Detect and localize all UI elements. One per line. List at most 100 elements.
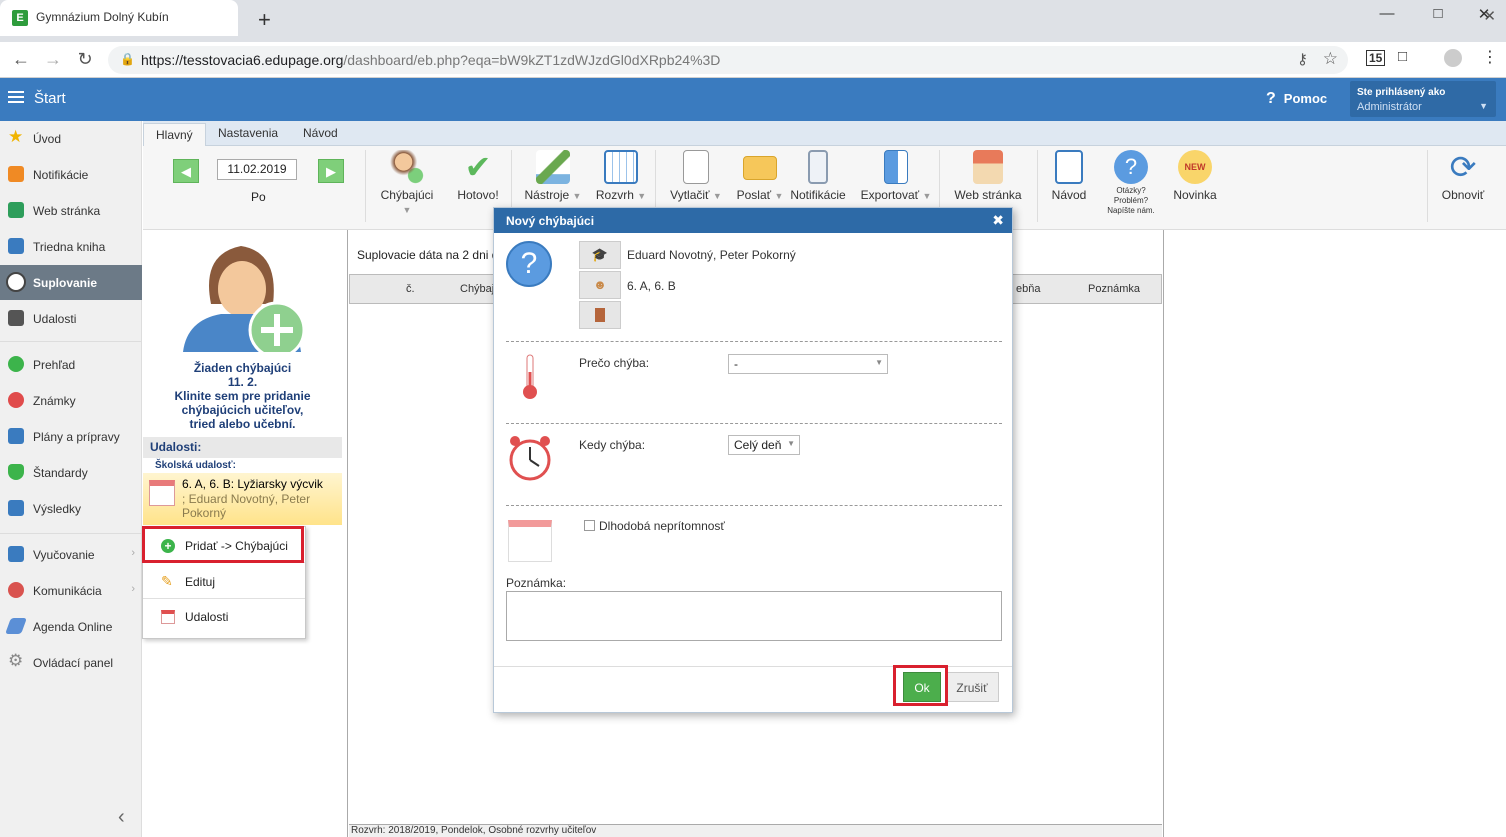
profile-avatar-icon[interactable] <box>1444 49 1462 67</box>
calendar-extension-icon[interactable]: 15 <box>1366 50 1386 66</box>
browser-menu-icon[interactable]: ⋮ <box>1482 47 1498 67</box>
tab-nastavenia[interactable]: Nastavenia <box>218 126 278 140</box>
sidebar-item-notifikacie[interactable]: Notifikácie <box>0 157 142 192</box>
dialog-close-icon[interactable]: ✖ <box>992 212 1004 229</box>
chevron-down-icon: ▼ <box>875 358 883 367</box>
forward-icon[interactable]: → <box>42 49 64 70</box>
sidebar-item-label: Triedna kniha <box>33 240 106 254</box>
rozvrh-button[interactable]: Rozvrh ▼ <box>593 150 649 202</box>
window-close-icon[interactable]: ✕ <box>1469 5 1499 23</box>
start-link[interactable]: Štart <box>34 90 66 107</box>
event-item[interactable]: 6. A, 6. B: Lyžiarsky výcvik ; Eduard No… <box>143 473 342 525</box>
graduation-cap-icon: 🎓 <box>591 247 609 262</box>
date-field[interactable]: 11.02.2019 <box>217 159 297 180</box>
url-field[interactable]: 🔒 https://tesstovacia6.edupage.org/dashb… <box>108 46 1348 74</box>
phone-icon <box>808 150 828 184</box>
web-stranka-button[interactable]: Web stránka <box>951 150 1025 202</box>
sidebar-item-agenda-online[interactable]: Agenda Online <box>0 609 142 644</box>
book-open-icon <box>8 546 24 562</box>
calendar-icon <box>161 610 175 624</box>
bookmark-star-icon[interactable]: ☆ <box>1323 49 1338 69</box>
person-icon <box>6 272 26 292</box>
sidebar-item-web-stranka[interactable]: Web stránka <box>0 193 142 228</box>
otazky-button[interactable]: ? Otázky? Problém? Napíšte nám. <box>1101 150 1161 216</box>
hamburger-menu-icon[interactable] <box>8 91 24 93</box>
nastroje-button[interactable]: Nástroje ▼ <box>523 150 583 202</box>
long-absence-checkbox[interactable] <box>584 520 595 531</box>
new-tab-icon[interactable]: + <box>258 9 271 31</box>
cancel-button[interactable]: Zrušiť <box>945 672 999 702</box>
class-selector-button[interactable]: ☻ <box>579 271 621 299</box>
add-absent-avatar-icon[interactable] <box>181 234 303 352</box>
tab-navod[interactable]: Návod <box>303 126 338 140</box>
next-day-icon[interactable]: ▶ <box>318 159 344 183</box>
poslat-button[interactable]: Poslať ▼ <box>731 150 789 202</box>
sidebar-item-standardy[interactable]: Štandardy <box>0 455 142 490</box>
sidebar-item-label: Suplovanie <box>33 276 98 290</box>
when-select[interactable]: Celý deň ▼ <box>728 435 800 455</box>
novinka-button[interactable]: NEW Novinka <box>1169 150 1221 202</box>
sidebar-item-vyucovanie[interactable]: Vyučovanie › <box>0 537 142 572</box>
sidebar-item-ovladaci-panel[interactable]: ⚙ Ovládací panel <box>0 645 142 680</box>
back-icon[interactable]: ← <box>10 49 32 70</box>
sidebar-item-vysledky[interactable]: Výsledky <box>0 491 142 526</box>
address-bar-row: ← → ↻ 🔒 https://tesstovacia6.edupage.org… <box>0 42 1506 78</box>
tab-hlavny[interactable]: Hlavný <box>143 123 206 147</box>
sidebar-item-plany[interactable]: Plány a prípravy <box>0 419 142 454</box>
navod-button[interactable]: Návod <box>1049 150 1089 202</box>
sidebar-item-komunikacia[interactable]: Komunikácia › <box>0 573 142 608</box>
teacher-selector-button[interactable]: 🎓 <box>579 241 621 269</box>
vytlacit-button[interactable]: Vytlačiť ▼ <box>665 150 727 202</box>
maximize-icon[interactable]: □ <box>1423 5 1453 22</box>
exportovat-button[interactable]: Exportovať ▼ <box>859 150 933 202</box>
notifikacie-button[interactable]: Notifikácie <box>789 150 847 202</box>
minimize-icon[interactable]: — <box>1372 5 1402 22</box>
why-value: - <box>734 357 738 371</box>
web-stranka-label: Web stránka <box>954 188 1022 202</box>
selected-classes: 6. A, 6. B <box>627 279 676 293</box>
note-textarea[interactable] <box>506 591 1002 641</box>
sidebar-item-suplovanie[interactable]: Suplovanie <box>0 265 142 300</box>
previous-day-icon[interactable]: ◀ <box>173 159 199 183</box>
left-sidebar: ★ Úvod Notifikácie Web stránka Triedna kn… <box>0 121 142 837</box>
calendar-icon <box>149 480 175 506</box>
hotovo-label: Hotovo! <box>457 188 499 202</box>
sidebar-item-prehlad[interactable]: Prehľad <box>0 347 142 382</box>
key-icon[interactable]: ⚷ <box>1297 50 1308 68</box>
question-icon: ? <box>1114 150 1148 184</box>
otazky-label: Otázky? Problém? Napíšte nám. <box>1107 186 1155 215</box>
vytlacit-label: Vytlačiť <box>670 188 710 202</box>
ribbon-tabs: Hlavný Nastavenia Návod <box>143 121 1506 147</box>
collapse-sidebar-icon[interactable]: ‹ <box>118 806 125 829</box>
dropdown-arrow-icon: ▼ <box>712 191 722 201</box>
user-role: Administrátor <box>1357 101 1422 113</box>
menu-item-label: Edituj <box>185 575 216 589</box>
dialog-divider <box>506 341 1002 342</box>
sidebar-item-udalosti[interactable]: Udalosti <box>0 301 142 336</box>
absence-summary[interactable]: Žiaden chýbajúci 11. 2. Klinite sem pre … <box>143 361 342 431</box>
reload-icon[interactable]: ↻ <box>74 49 96 70</box>
screen-capture-icon[interactable]: □ <box>1398 48 1407 65</box>
menu-item-events[interactable]: Udalosti <box>143 599 305 634</box>
add-person-icon <box>390 150 424 184</box>
hotovo-button[interactable]: ✔ Hotovo! <box>453 150 503 202</box>
obnovit-button[interactable]: ⟳ Obnoviť <box>1437 150 1489 202</box>
sidebar-item-label: Známky <box>33 394 76 408</box>
sidebar-item-uvod[interactable]: ★ Úvod <box>0 121 142 156</box>
status-bar: Rozvrh: 2018/2019, Pondelok, Osobné rozv… <box>349 824 1162 837</box>
when-value: Celý deň <box>734 438 782 452</box>
user-menu[interactable]: Ste prihlásený ako Administrátor ▼ <box>1350 81 1496 117</box>
book-icon <box>1055 150 1083 184</box>
chybajuci-button[interactable]: Chýbajúci ▼ <box>377 150 437 216</box>
help-button[interactable]: ? Pomoc <box>1266 90 1327 108</box>
dialog-divider <box>506 505 1002 506</box>
sidebar-item-triedna-kniha[interactable]: Triedna kniha <box>0 229 142 264</box>
browser-tab[interactable]: E Gymnázium Dolný Kubín ✕ <box>0 0 1496 36</box>
sidebar-item-label: Úvod <box>33 132 62 146</box>
sidebar-item-znamky[interactable]: Známky <box>0 383 142 418</box>
when-label: Kedy chýba: <box>579 438 646 452</box>
menu-item-edit[interactable]: ✎ Edituj <box>143 564 305 599</box>
chevron-down-icon: ▼ <box>787 439 795 448</box>
room-selector-button[interactable] <box>579 301 621 329</box>
why-select[interactable]: - ▼ <box>728 354 888 374</box>
